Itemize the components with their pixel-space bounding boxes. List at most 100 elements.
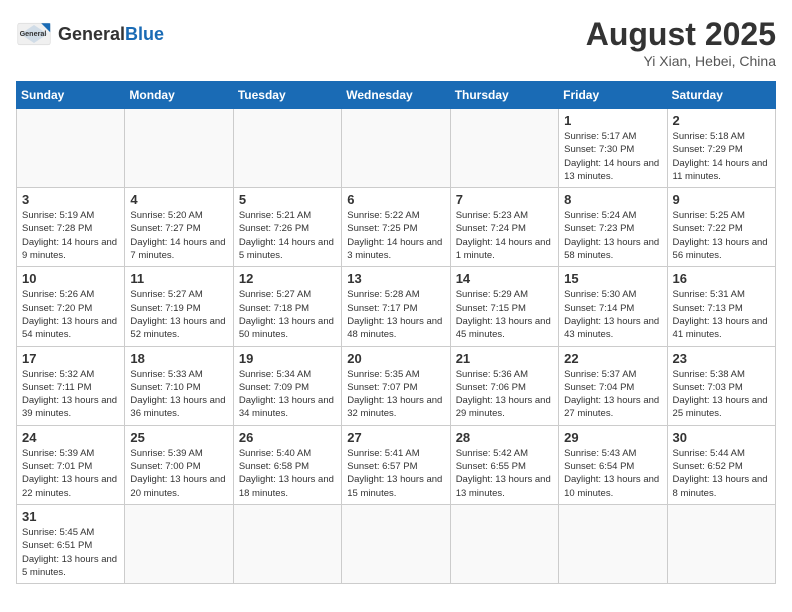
day-number: 28 [456,430,553,445]
calendar-cell: 2 Sunrise: 5:18 AM Sunset: 7:29 PM Daylig… [667,109,775,188]
calendar-cell: 10 Sunrise: 5:26 AM Sunset: 7:20 PM Dayli… [17,267,125,346]
calendar-cell: 22Sunrise: 5:37 AM Sunset: 7:04 PM Dayli… [559,346,667,425]
day-info: Sunrise: 5:43 AM Sunset: 6:54 PM Dayligh… [564,447,661,500]
day-info: Sunrise: 5:39 AM Sunset: 7:01 PM Dayligh… [22,447,119,500]
calendar-cell [233,504,341,583]
day-number: 3 [22,192,119,207]
day-info: Sunrise: 5:32 AM Sunset: 7:11 PM Dayligh… [22,368,119,421]
day-info: Sunrise: 5:27 AM Sunset: 7:19 PM Dayligh… [130,288,227,341]
calendar-cell: 20 Sunrise: 5:35 AM Sunset: 7:07 PM Dayli… [342,346,450,425]
logo-text: GeneralBlue [58,24,164,45]
calendar-cell: 5 Sunrise: 5:21 AM Sunset: 7:26 PM Daylig… [233,188,341,267]
day-info: Sunrise: 5:34 AM Sunset: 7:09 PM Dayligh… [239,368,336,421]
calendar-cell: 13Sunrise: 5:28 AM Sunset: 7:17 PM Dayli… [342,267,450,346]
day-number: 9 [673,192,770,207]
day-info: Sunrise: 5:39 AM Sunset: 7:00 PM Dayligh… [130,447,227,500]
day-number: 10 [22,271,119,286]
day-info: Sunrise: 5:35 AM Sunset: 7:07 PM Dayligh… [347,368,444,421]
month-title: August 2025 [586,16,776,53]
calendar-week-row: 3 Sunrise: 5:19 AM Sunset: 7:28 PM Daylig… [17,188,776,267]
day-info: Sunrise: 5:17 AM Sunset: 7:30 PM Dayligh… [564,130,661,183]
day-info: Sunrise: 5:19 AM Sunset: 7:28 PM Dayligh… [22,209,119,262]
generalblue-logo-icon: General [16,16,52,52]
calendar-cell [667,504,775,583]
calendar-cell: 14 Sunrise: 5:29 AM Sunset: 7:15 PM Dayli… [450,267,558,346]
day-number: 15 [564,271,661,286]
weekday-header-saturday: Saturday [667,82,775,109]
calendar-cell: 25Sunrise: 5:39 AM Sunset: 7:00 PM Dayli… [125,425,233,504]
day-number: 17 [22,351,119,366]
calendar-week-row: 24Sunrise: 5:39 AM Sunset: 7:01 PM Dayli… [17,425,776,504]
day-info: Sunrise: 5:26 AM Sunset: 7:20 PM Dayligh… [22,288,119,341]
day-info: Sunrise: 5:42 AM Sunset: 6:55 PM Dayligh… [456,447,553,500]
calendar-cell: 9 Sunrise: 5:25 AM Sunset: 7:22 PM Daylig… [667,188,775,267]
calendar-cell: 19 Sunrise: 5:34 AM Sunset: 7:09 PM Dayli… [233,346,341,425]
day-info: Sunrise: 5:38 AM Sunset: 7:03 PM Dayligh… [673,368,770,421]
day-number: 14 [456,271,553,286]
day-info: Sunrise: 5:29 AM Sunset: 7:15 PM Dayligh… [456,288,553,341]
calendar-cell: 12 Sunrise: 5:27 AM Sunset: 7:18 PM Dayli… [233,267,341,346]
day-info: Sunrise: 5:27 AM Sunset: 7:18 PM Dayligh… [239,288,336,341]
calendar-cell: 11 Sunrise: 5:27 AM Sunset: 7:19 PM Dayli… [125,267,233,346]
day-number: 11 [130,271,227,286]
day-info: Sunrise: 5:21 AM Sunset: 7:26 PM Dayligh… [239,209,336,262]
day-info: Sunrise: 5:25 AM Sunset: 7:22 PM Dayligh… [673,209,770,262]
day-number: 19 [239,351,336,366]
day-number: 12 [239,271,336,286]
title-block: August 2025 Yi Xian, Hebei, China [586,16,776,69]
day-number: 27 [347,430,444,445]
calendar-cell: 7 Sunrise: 5:23 AM Sunset: 7:24 PM Daylig… [450,188,558,267]
day-number: 29 [564,430,661,445]
day-number: 18 [130,351,227,366]
weekday-header-wednesday: Wednesday [342,82,450,109]
calendar-cell: 26Sunrise: 5:40 AM Sunset: 6:58 PM Dayli… [233,425,341,504]
weekday-header-thursday: Thursday [450,82,558,109]
day-number: 21 [456,351,553,366]
day-number: 31 [22,509,119,524]
day-info: Sunrise: 5:45 AM Sunset: 6:51 PM Dayligh… [22,526,119,579]
day-info: Sunrise: 5:22 AM Sunset: 7:25 PM Dayligh… [347,209,444,262]
day-info: Sunrise: 5:36 AM Sunset: 7:06 PM Dayligh… [456,368,553,421]
calendar-week-row: 31 Sunrise: 5:45 AM Sunset: 6:51 PM Dayli… [17,504,776,583]
day-number: 20 [347,351,444,366]
day-info: Sunrise: 5:30 AM Sunset: 7:14 PM Dayligh… [564,288,661,341]
calendar-cell [125,109,233,188]
calendar-week-row: 17 Sunrise: 5:32 AM Sunset: 7:11 PM Dayli… [17,346,776,425]
calendar-cell: 1 Sunrise: 5:17 AM Sunset: 7:30 PM Daylig… [559,109,667,188]
calendar-cell [559,504,667,583]
calendar-cell [450,504,558,583]
calendar-cell [17,109,125,188]
day-number: 22 [564,351,661,366]
day-info: Sunrise: 5:44 AM Sunset: 6:52 PM Dayligh… [673,447,770,500]
calendar-cell: 18Sunrise: 5:33 AM Sunset: 7:10 PM Dayli… [125,346,233,425]
calendar-cell: 24Sunrise: 5:39 AM Sunset: 7:01 PM Dayli… [17,425,125,504]
day-number: 13 [347,271,444,286]
calendar-cell: 8Sunrise: 5:24 AM Sunset: 7:23 PM Daylig… [559,188,667,267]
calendar-cell: 15 Sunrise: 5:30 AM Sunset: 7:14 PM Dayli… [559,267,667,346]
day-number: 4 [130,192,227,207]
calendar-cell: 29 Sunrise: 5:43 AM Sunset: 6:54 PM Dayli… [559,425,667,504]
day-number: 26 [239,430,336,445]
calendar-cell: 4 Sunrise: 5:20 AM Sunset: 7:27 PM Daylig… [125,188,233,267]
day-info: Sunrise: 5:18 AM Sunset: 7:29 PM Dayligh… [673,130,770,183]
day-number: 5 [239,192,336,207]
calendar-cell: 31 Sunrise: 5:45 AM Sunset: 6:51 PM Dayli… [17,504,125,583]
weekday-header-row: SundayMondayTuesdayWednesdayThursdayFrid… [17,82,776,109]
svg-text:General: General [20,29,47,38]
calendar-cell: 16Sunrise: 5:31 AM Sunset: 7:13 PM Dayli… [667,267,775,346]
weekday-header-monday: Monday [125,82,233,109]
day-info: Sunrise: 5:20 AM Sunset: 7:27 PM Dayligh… [130,209,227,262]
calendar-table: SundayMondayTuesdayWednesdayThursdayFrid… [16,81,776,584]
calendar-cell: 23Sunrise: 5:38 AM Sunset: 7:03 PM Dayli… [667,346,775,425]
weekday-header-friday: Friday [559,82,667,109]
logo: General GeneralBlue [16,16,164,52]
calendar-cell [342,109,450,188]
calendar-cell [450,109,558,188]
day-number: 2 [673,113,770,128]
calendar-cell [233,109,341,188]
weekday-header-sunday: Sunday [17,82,125,109]
day-number: 1 [564,113,661,128]
calendar-cell: 21 Sunrise: 5:36 AM Sunset: 7:06 PM Dayli… [450,346,558,425]
day-info: Sunrise: 5:23 AM Sunset: 7:24 PM Dayligh… [456,209,553,262]
day-number: 7 [456,192,553,207]
